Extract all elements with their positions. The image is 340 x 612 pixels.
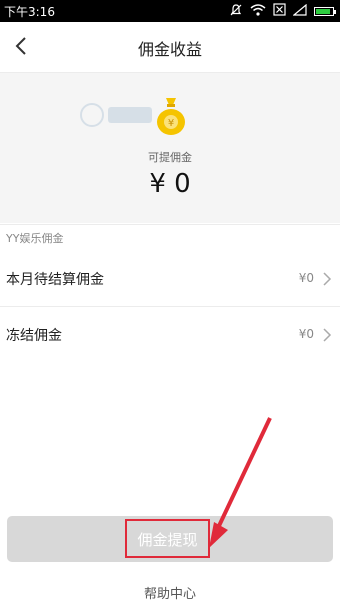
- money-bag-icon: ¥: [157, 98, 185, 135]
- no-sim-icon: [273, 3, 286, 19]
- page-title: 佣金收益: [137, 40, 202, 59]
- row-value: ¥0: [298, 327, 314, 341]
- status-bar: 下午3:16: [0, 0, 340, 22]
- annotation-highlight-box: [125, 519, 210, 558]
- chevron-right-icon: [323, 272, 332, 286]
- status-time: 下午3:16: [4, 5, 55, 19]
- row-label: 本月待结算佣金: [6, 272, 104, 288]
- withdrawable-amount: ¥ 0: [149, 169, 191, 199]
- row-label: 冻结佣金: [6, 328, 62, 344]
- status-icons: [229, 3, 336, 20]
- section-header: YY娱乐佣金: [0, 224, 340, 252]
- chevron-right-icon: [323, 328, 332, 342]
- frozen-commission-row[interactable]: 冻结佣金 ¥0: [0, 307, 340, 363]
- battery-icon: [314, 6, 336, 16]
- row-value: ¥0: [298, 271, 314, 285]
- wifi-icon: [250, 3, 266, 19]
- content-area: [0, 362, 340, 612]
- signal-icon: [292, 3, 307, 19]
- svg-text:¥: ¥: [168, 118, 174, 129]
- commission-summary: ¥ 可提佣金 ¥ 0: [0, 73, 340, 223]
- silent-icon: [229, 3, 243, 20]
- battery-level: [316, 8, 330, 14]
- help-center-link[interactable]: 帮助中心: [0, 583, 340, 602]
- withdrawable-label: 可提佣金: [148, 151, 192, 164]
- pending-commission-row[interactable]: 本月待结算佣金 ¥0: [0, 251, 340, 307]
- section-title: YY娱乐佣金: [6, 232, 64, 245]
- watermark-logo: [80, 103, 152, 127]
- title-bar: 佣金收益: [0, 22, 340, 73]
